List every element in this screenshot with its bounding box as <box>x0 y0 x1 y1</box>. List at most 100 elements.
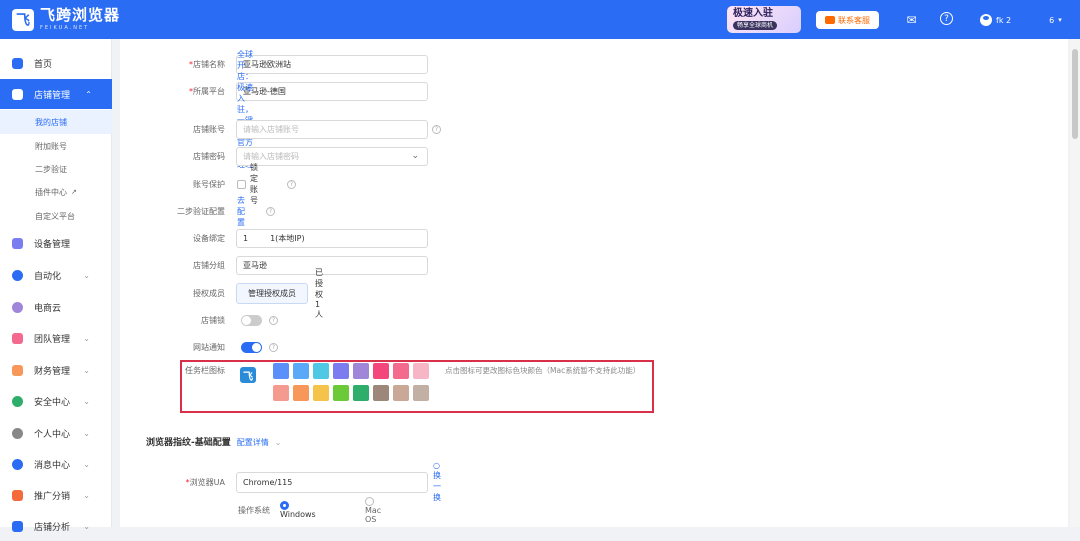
lock-account-checkbox[interactable] <box>237 179 246 189</box>
os-label: 操作系统 <box>238 505 270 515</box>
nav-personal-center[interactable]: 个人中心 ⌄ <box>0 418 112 448</box>
nav-security-center[interactable]: 安全中心 ⌄ <box>0 386 112 416</box>
nav-message-center[interactable]: 消息中心 ⌄ <box>0 449 112 479</box>
nav-team-label: 团队管理 <box>34 334 71 345</box>
color-swatch[interactable] <box>293 363 309 379</box>
device-icon <box>12 237 23 249</box>
two-step-config-link[interactable]: 去配置 <box>237 195 245 228</box>
color-swatch[interactable] <box>373 363 389 379</box>
promo-title: 极速入驻 <box>733 8 773 19</box>
color-swatch[interactable] <box>393 385 409 401</box>
os-windows-radio[interactable]: Windows <box>280 501 316 519</box>
password-input[interactable]: 请输入店铺密码 ⌄ <box>236 146 428 166</box>
color-swatch[interactable] <box>353 363 369 379</box>
account-label: 店铺账号 <box>193 124 225 134</box>
color-swatch[interactable] <box>313 363 329 379</box>
color-swatch[interactable] <box>353 385 369 401</box>
scrollbar-thumb[interactable] <box>1072 49 1078 139</box>
nav-store-analysis[interactable]: 店铺分析 ⌄ <box>0 511 112 541</box>
site-notify-toggle[interactable] <box>241 341 262 353</box>
help-icon[interactable]: ? <box>287 179 296 189</box>
notify-label: 网站通知 <box>193 342 225 352</box>
color-swatch[interactable] <box>293 385 309 401</box>
vertical-scrollbar[interactable] <box>1070 39 1080 527</box>
store-lock-label: 店铺锁 <box>201 315 225 325</box>
promo-banner[interactable]: 极速入驻 畅享全球商机 <box>727 6 801 33</box>
user-icon <box>12 427 23 439</box>
platform-select[interactable]: 亚马逊-德国 <box>236 81 428 101</box>
help-icon[interactable]: ? <box>269 342 278 352</box>
sub-extra-accounts[interactable]: 附加账号 <box>0 134 112 158</box>
chevron-up-icon: ⌃ <box>85 89 92 99</box>
device-select[interactable]: 1 1(本地IP) <box>236 228 428 248</box>
nav-security-label: 安全中心 <box>34 397 71 408</box>
manage-members-button[interactable]: 管理授权成员 <box>236 282 308 304</box>
ua-refresh-button[interactable]: ○ 换一换 <box>433 461 441 503</box>
nav-store-management[interactable]: 店铺管理 ⌃ <box>0 79 112 109</box>
os-mac-radio[interactable]: Mac OS <box>365 496 381 524</box>
members-count: 已授权1人 <box>315 267 323 319</box>
sub-two-step[interactable]: 二步验证 <box>0 157 112 181</box>
nav-ecommerce-cloud[interactable]: 电商云 <box>0 292 112 322</box>
color-swatch[interactable] <box>313 385 329 401</box>
nav-finance-label: 财务管理 <box>34 366 71 377</box>
color-swatch[interactable] <box>273 363 289 379</box>
color-swatch[interactable] <box>333 385 349 401</box>
chat-icon <box>825 16 835 24</box>
color-swatch[interactable] <box>373 385 389 401</box>
nav-automation-label: 自动化 <box>34 271 62 282</box>
chevron-down-icon: ⌄ <box>83 490 90 500</box>
main-content: *店铺名称 亚马逊欧洲站 *所属平台 亚马逊-德国 全球开店：极速入驻，一键对接… <box>120 39 1068 527</box>
device-label: 设备绑定 <box>193 233 225 243</box>
nav-automation[interactable]: 自动化 ⌄ <box>0 260 112 290</box>
app-logo[interactable]: 飞 飞跨浏览器 FEIKUA.NET <box>12 8 120 31</box>
eye-toggle-icon[interactable]: ⌄ <box>411 151 419 161</box>
sub-my-stores[interactable]: 我的店铺 <box>0 110 112 134</box>
nav-referral[interactable]: 推广分销 ⌄ <box>0 480 112 510</box>
sub-plugin-center[interactable]: 插件中心 ↗ <box>0 180 112 204</box>
help-icon[interactable]: ? <box>432 124 441 134</box>
chevron-down-icon: ▾ <box>1058 16 1062 24</box>
contact-support-button[interactable]: 联系客服 <box>816 11 879 29</box>
help-icon[interactable]: ? <box>266 206 275 216</box>
color-swatch[interactable] <box>413 385 429 401</box>
nav-device-management[interactable]: 设备管理 <box>0 228 112 258</box>
nav-team-management[interactable]: 团队管理 ⌄ <box>0 323 112 353</box>
ua-input[interactable]: Chrome/115 <box>236 471 428 493</box>
color-swatch[interactable] <box>273 385 289 401</box>
fingerprint-section-title: 浏览器指纹-基础配置 配置详情 ⌄ <box>146 435 281 448</box>
help-icon[interactable]: ? <box>940 12 953 25</box>
group-label: 店铺分组 <box>193 260 225 270</box>
sub-my-stores-label: 我的店铺 <box>35 117 67 127</box>
sub-custom-platform[interactable]: 自定义平台 <box>0 204 112 228</box>
user-menu[interactable]: fk 2 6 ▾ <box>980 11 1062 29</box>
logo-title: 飞跨浏览器 <box>40 6 121 24</box>
fingerprint-title: 浏览器指纹-基础配置 <box>146 438 231 448</box>
taskbar-icon-label: 任务栏图标 <box>185 365 225 375</box>
sub-extra-accounts-label: 附加账号 <box>35 141 67 151</box>
store-name-input[interactable]: 亚马逊欧洲站 <box>236 54 428 74</box>
nav-home[interactable]: 首页 <box>0 48 112 78</box>
nav-home-label: 首页 <box>34 59 53 70</box>
nav-analysis-label: 店铺分析 <box>34 522 71 533</box>
ua-label: *浏览器UA <box>185 477 225 487</box>
robot-icon <box>12 269 23 281</box>
store-lock-toggle[interactable] <box>241 314 262 326</box>
wallet-icon <box>12 364 23 376</box>
chevron-down-icon: ⌄ <box>83 521 90 531</box>
help-icon[interactable]: ? <box>269 315 278 325</box>
group-select[interactable]: 亚马逊 <box>236 255 428 275</box>
config-detail-link[interactable]: 配置详情 <box>237 437 269 448</box>
nav-finance-management[interactable]: 财务管理 ⌄ <box>0 355 112 385</box>
user-avatar-icon <box>980 14 992 26</box>
account-input[interactable]: 请输入店铺账号 <box>236 119 428 139</box>
sub-two-step-label: 二步验证 <box>35 164 67 174</box>
color-swatch[interactable] <box>413 363 429 379</box>
color-swatch[interactable] <box>333 363 349 379</box>
color-swatch[interactable] <box>393 363 409 379</box>
chevron-down-icon: ⌄ <box>83 396 90 406</box>
chart-icon <box>12 520 23 532</box>
shield-icon <box>12 395 23 407</box>
external-link-icon: ↗ <box>71 188 77 196</box>
mail-icon[interactable]: ✉ <box>904 12 919 27</box>
